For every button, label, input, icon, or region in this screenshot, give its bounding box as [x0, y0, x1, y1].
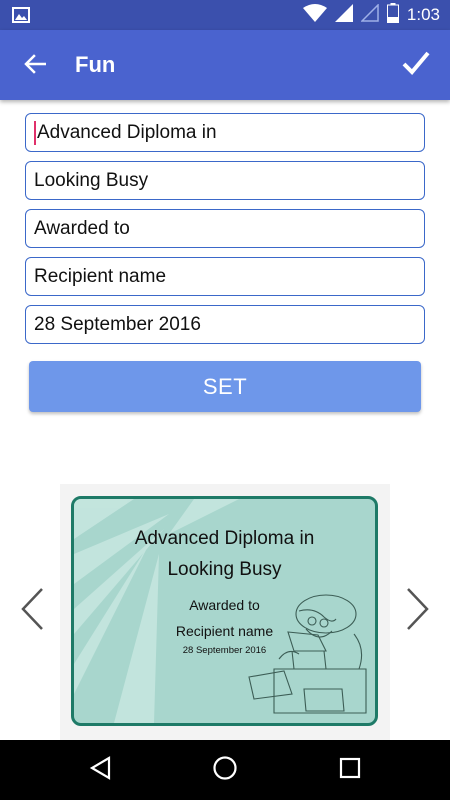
- set-button[interactable]: SET: [29, 361, 421, 412]
- date-input[interactable]: 28 September 2016: [25, 305, 425, 344]
- wifi-icon: [302, 3, 327, 27]
- battery-icon: [386, 2, 399, 28]
- arrow-left-icon: [24, 53, 47, 79]
- chevron-right-icon: [406, 587, 430, 636]
- page-title: Fun: [75, 52, 116, 77]
- previous-template-button[interactable]: [12, 585, 52, 637]
- system-home-button[interactable]: [205, 750, 245, 790]
- no-signal-icon: [360, 2, 379, 27]
- date-value: 28 September 2016: [34, 313, 201, 335]
- line3-value: Awarded to: [34, 217, 130, 239]
- line2-input[interactable]: Looking Busy: [25, 161, 425, 200]
- system-nav-bar: [0, 740, 450, 800]
- app-bar: Fun: [0, 30, 450, 100]
- line3-input[interactable]: Awarded to: [25, 209, 425, 248]
- certificate-title-line2: Looking Busy: [167, 559, 282, 580]
- status-time: 1:03: [406, 5, 440, 24]
- line1-value: Advanced Diploma in: [37, 121, 217, 143]
- system-back-button[interactable]: [80, 750, 120, 790]
- text-cursor: [34, 120, 36, 145]
- recents-square-icon: [339, 757, 361, 784]
- checkmark-icon: [402, 51, 430, 80]
- gallery-notification-icon: [12, 7, 30, 28]
- certificate-title-line1: Advanced Diploma in: [134, 528, 315, 549]
- certificate-awarded-to: Awarded to: [189, 597, 260, 613]
- confirm-button[interactable]: [394, 42, 438, 88]
- signal-icon: [334, 3, 353, 27]
- chevron-left-icon: [20, 587, 44, 636]
- next-template-button[interactable]: [398, 585, 438, 637]
- line4-value: Recipient name: [34, 265, 167, 287]
- status-bar: 1:03: [0, 0, 450, 30]
- back-button[interactable]: [14, 45, 56, 87]
- certificate-recipient: Recipient name: [175, 623, 274, 639]
- back-triangle-icon: [89, 755, 111, 785]
- home-circle-icon: [212, 755, 238, 786]
- line4-input[interactable]: Recipient name: [25, 257, 425, 296]
- certificate-date: 28 September 2016: [182, 645, 267, 656]
- line1-input[interactable]: Advanced Diploma in: [25, 113, 425, 152]
- certificate-preview: Advanced Diploma in Looking Busy Awarded…: [60, 484, 390, 740]
- certificate-card: Advanced Diploma in Looking Busy Awarded…: [71, 496, 378, 726]
- line2-value: Looking Busy: [34, 169, 149, 191]
- system-recents-button[interactable]: [330, 750, 370, 790]
- certificate-title: Advanced Diploma in Looking Busy: [74, 523, 375, 585]
